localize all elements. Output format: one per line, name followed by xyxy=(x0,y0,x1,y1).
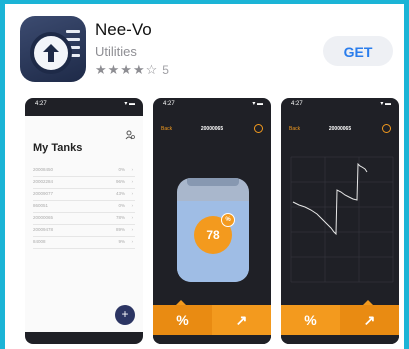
app-category: Utilities xyxy=(95,44,137,59)
percent-badge: % xyxy=(221,213,235,227)
arrow-up-icon xyxy=(43,44,59,62)
chevron-right-icon: › xyxy=(131,215,134,220)
tab-bar: % ↗ xyxy=(281,300,399,335)
screenshot-tank-history[interactable]: 4:27 ▾ ▬ Back 20000065 % ↗ xyxy=(281,98,399,344)
status-time: 4:27 xyxy=(163,101,175,107)
chevron-right-icon: › xyxy=(131,179,134,184)
tab-bar: % ↗ xyxy=(153,300,271,335)
tank-row-level: 78% xyxy=(115,215,125,220)
status-time: 4:27 xyxy=(35,101,47,107)
person-settings-icon[interactable] xyxy=(125,130,135,142)
chevron-right-icon: › xyxy=(131,203,134,208)
tank-row-level: 89% xyxy=(115,227,125,232)
screenshot-my-tanks[interactable]: 4:27 ▾ ▬ My Tanks 20008450 0% › 20002284 96%… xyxy=(25,98,143,344)
rating: ★★★★☆ 5 xyxy=(95,62,169,78)
stars-filled: ★★★★ xyxy=(95,62,146,77)
tab-chart[interactable]: ↗ xyxy=(340,305,399,335)
app-icon[interactable] xyxy=(20,16,86,82)
signal-icon: ▾ ▬ xyxy=(252,101,263,107)
upload-arrow-icon xyxy=(30,32,72,74)
tab-chart[interactable]: ↗ xyxy=(212,305,271,335)
app-store-card: Nee-Vo Utilities ★★★★☆ 5 GET 4:27 ▾ ▬ My … xyxy=(5,4,404,349)
app-name: Nee-Vo xyxy=(95,20,152,39)
tank-row-id: 20002284 xyxy=(33,179,54,184)
screenshot-tank-level[interactable]: 4:27 ▾ ▬ Back 20000065 78 % % ↗ xyxy=(153,98,271,344)
tank-row-id: 20009077 xyxy=(33,191,54,196)
tank-row[interactable]: 84008 9% › xyxy=(33,236,135,249)
history-chart xyxy=(290,156,394,283)
level-value: 78 xyxy=(206,228,220,242)
signal-icon: ▾ ▬ xyxy=(380,101,391,107)
status-row: 4:27 ▾ ▬ xyxy=(25,98,143,110)
gear-icon[interactable] xyxy=(382,124,391,133)
status-row: 4:27 ▾ ▬ xyxy=(153,98,271,110)
tank-row-level: 0% xyxy=(118,203,125,208)
tank-cap xyxy=(187,178,239,186)
home-bar xyxy=(25,332,143,344)
page-title: My Tanks xyxy=(33,142,83,154)
home-bar xyxy=(153,335,271,344)
tank-row-level: 0% xyxy=(118,167,125,172)
status-row: 4:27 ▾ ▬ xyxy=(281,98,399,110)
tab-percent[interactable]: % xyxy=(153,305,212,335)
rating-count: 5 xyxy=(162,63,169,77)
tank-row-id: 860051 xyxy=(33,203,49,208)
level-history-line xyxy=(292,162,368,236)
star-empty-icon: ☆ xyxy=(145,62,159,77)
chevron-right-icon: › xyxy=(131,239,134,244)
signal-icon: ▾ ▬ xyxy=(124,101,135,107)
tab-percent[interactable]: % xyxy=(281,305,340,335)
tank-row-level: 43% xyxy=(115,191,125,196)
chevron-right-icon: › xyxy=(131,227,134,232)
level-gauge: 78 % xyxy=(194,213,235,254)
get-button[interactable]: GET xyxy=(323,36,393,66)
gear-icon[interactable] xyxy=(254,124,263,133)
status-time: 4:27 xyxy=(291,101,303,107)
tank-row-id: 84008 xyxy=(33,239,46,244)
chart-grid xyxy=(290,156,394,283)
tank-row-level: 96% xyxy=(115,179,125,184)
chevron-right-icon: › xyxy=(131,191,134,196)
tank-row-id: 20000065 xyxy=(33,215,54,220)
tank-row-level: 9% xyxy=(118,239,125,244)
home-bar xyxy=(281,335,399,344)
add-tank-button[interactable]: + xyxy=(115,305,135,325)
tank-row-id: 20008450 xyxy=(33,167,54,172)
chevron-right-icon: › xyxy=(131,167,134,172)
tank-row-id: 20009478 xyxy=(33,227,54,232)
